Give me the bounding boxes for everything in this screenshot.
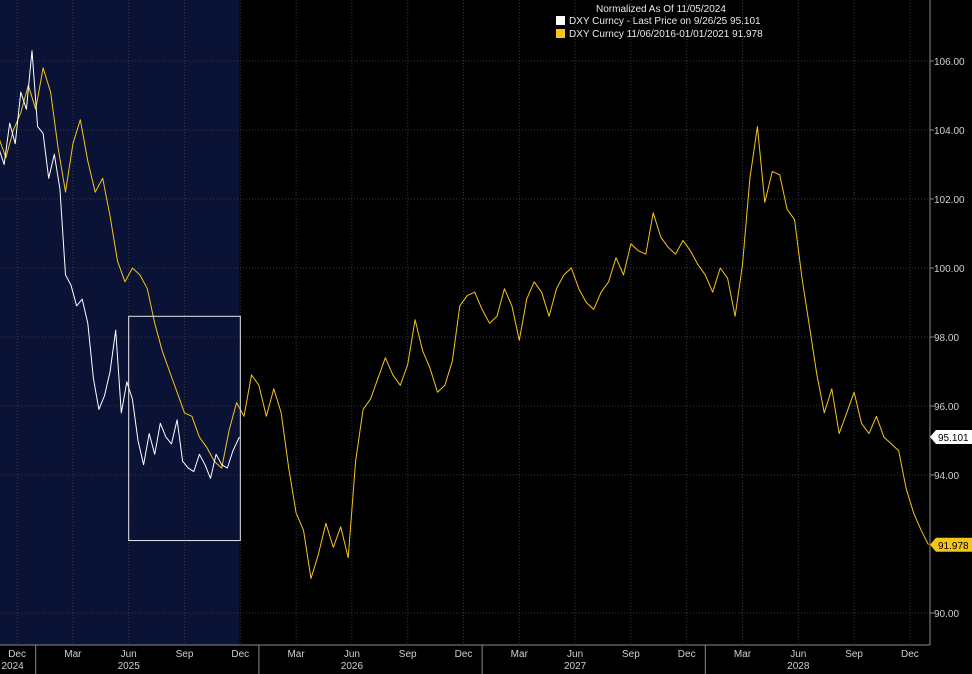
x-tick-label: Dec (455, 649, 473, 660)
last-value-tag-yellow: 91.978 (930, 537, 972, 552)
y-tick-label: 102.00 (934, 195, 965, 206)
x-tick-label: Dec (901, 649, 919, 660)
y-tick-label: 104.00 (934, 126, 965, 137)
x-tick-label: Sep (622, 649, 640, 660)
x-tick-label: Dec (8, 649, 26, 660)
y-tick-label: 98.00 (934, 333, 959, 344)
x-year-label: 2024 (2, 661, 25, 672)
chart-canvas: 106.00 104.00 102.00 100.00 98.00 96.00 94.00 9… (0, 0, 972, 674)
x-tick-label: Sep (176, 649, 194, 660)
x-year-label: 2025 (118, 661, 141, 672)
x-tick-label: Dec (231, 649, 249, 660)
y-tick-label: 96.00 (934, 402, 959, 413)
legend-entry-series1[interactable]: DXY Curncy - Last Price on 9/26/25 95.10… (556, 16, 761, 27)
legend-swatch-white (556, 16, 565, 25)
shaded-region (0, 0, 240, 645)
x-tick-label: Jun (790, 649, 806, 660)
legend-entry-series2[interactable]: DXY Curncy 11/06/2016-01/01/2021 91.978 (556, 29, 763, 40)
last-value-tag-white: 95.101 (930, 430, 972, 445)
x-tick-label: Mar (287, 649, 305, 660)
x-tick-label: Dec (678, 649, 696, 660)
x-tick-label: Jun (344, 649, 360, 660)
x-year-label: 2026 (341, 661, 364, 672)
y-tick-label: 94.00 (934, 471, 959, 482)
y-tick-label: 90.00 (934, 609, 959, 620)
x-year-label: 2028 (787, 661, 810, 672)
legend-label-series2: DXY Curncy 11/06/2016-01/01/2021 91.978 (569, 29, 763, 40)
legend-swatch-yellow (556, 29, 565, 38)
y-tick-label: 100.00 (934, 264, 965, 275)
last-value-tag-text: 95.101 (938, 433, 969, 444)
shaded-region-layer (0, 0, 240, 645)
x-tick-label: Jun (567, 649, 583, 660)
last-value-tag-text: 91.978 (938, 541, 969, 552)
y-tick-label: 106.00 (934, 57, 965, 68)
x-tick-label: Mar (64, 649, 82, 660)
x-tick-label: Sep (845, 649, 863, 660)
legend-title: Normalized As Of 11/05/2024 (596, 4, 726, 15)
x-year-label: 2027 (564, 661, 587, 672)
x-tick-label: Sep (399, 649, 417, 660)
x-tick-label: Jun (121, 649, 137, 660)
x-tick-label: Mar (734, 649, 752, 660)
legend-label-series1: DXY Curncy - Last Price on 9/26/25 95.10… (569, 16, 761, 27)
x-tick-label: Mar (511, 649, 529, 660)
